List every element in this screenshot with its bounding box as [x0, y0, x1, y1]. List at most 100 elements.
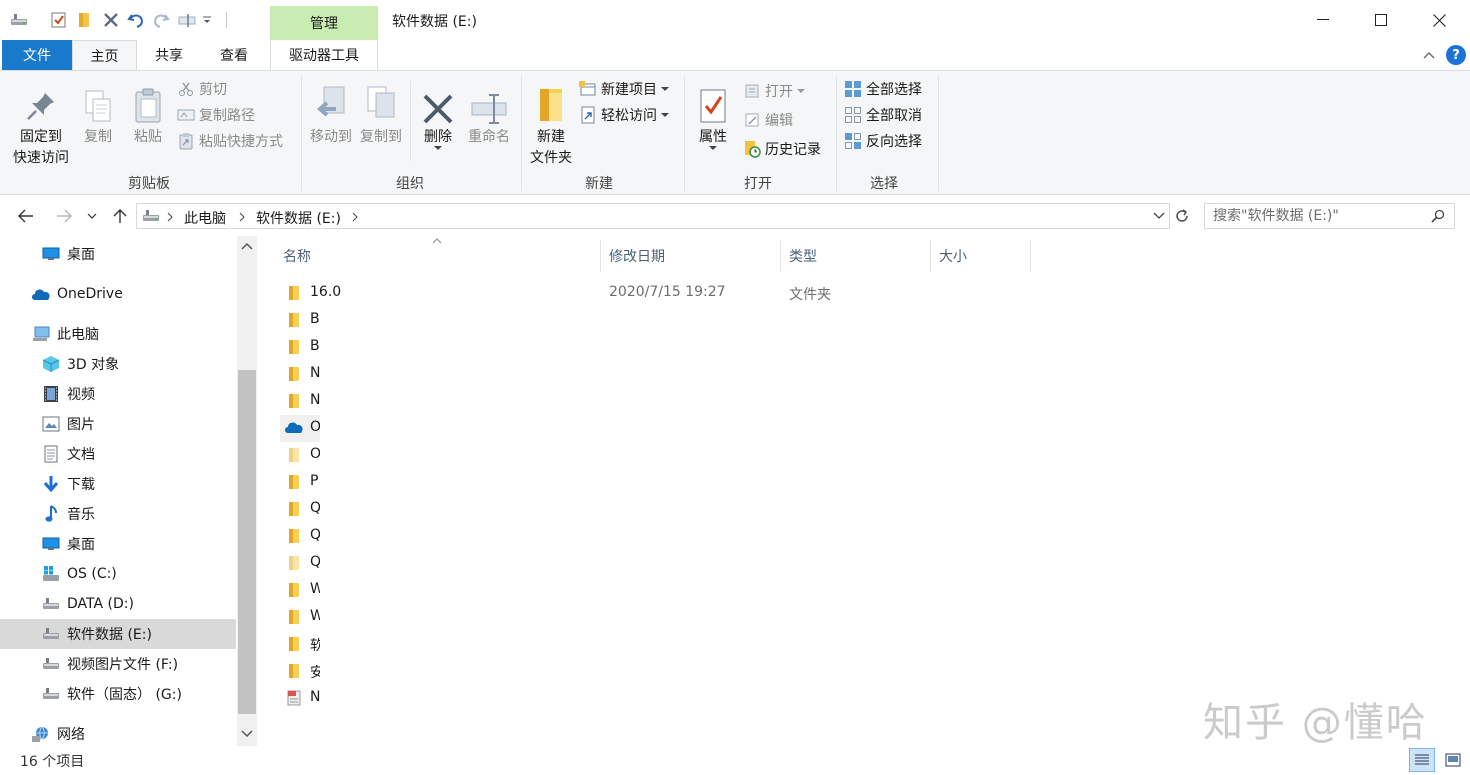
- file-row[interactable]: 安: [280, 658, 320, 685]
- open-button[interactable]: 打开: [742, 79, 805, 103]
- open-label: 打开: [765, 84, 793, 100]
- customize-qat-icon[interactable]: [200, 9, 214, 31]
- file-row[interactable]: Q: [280, 523, 320, 550]
- nav-item-drive-c[interactable]: OS (C:): [0, 559, 236, 589]
- history-button[interactable]: 历史记录: [742, 137, 821, 161]
- paste-button[interactable]: 粘贴: [126, 79, 170, 148]
- back-button[interactable]: [14, 204, 38, 228]
- breadcrumb-this-pc[interactable]: 此电脑: [184, 208, 226, 228]
- nav-item-network[interactable]: 网络: [0, 719, 236, 749]
- nav-item-3d-objects[interactable]: 3D 对象: [0, 349, 236, 379]
- folder-icon: [286, 339, 302, 355]
- file-row[interactable]: B: [280, 334, 320, 361]
- file-row[interactable]: B: [280, 307, 320, 334]
- select-none-button[interactable]: 全部取消: [843, 103, 922, 127]
- select-all-button[interactable]: 全部选择: [843, 77, 922, 101]
- address-bar[interactable]: 此电脑 软件数据 (E:): [136, 203, 1170, 229]
- chevron-down-icon[interactable]: [1153, 212, 1165, 220]
- up-button[interactable]: [108, 204, 132, 228]
- rename-qat-icon[interactable]: [176, 9, 198, 31]
- file-row[interactable]: O: [280, 415, 320, 442]
- file-row[interactable]: N: [280, 361, 320, 388]
- move-to-button[interactable]: 移动到: [306, 79, 356, 148]
- column-modified[interactable]: 修改日期: [601, 240, 781, 272]
- refresh-button[interactable]: [1172, 206, 1192, 226]
- nav-item-music[interactable]: 音乐: [0, 499, 236, 529]
- scroll-up-icon[interactable]: [241, 242, 253, 250]
- tab-share[interactable]: 共享: [140, 40, 198, 70]
- collapse-ribbon-icon[interactable]: [1421, 47, 1437, 63]
- tab-file[interactable]: 文件: [2, 40, 72, 70]
- chevron-right-icon[interactable]: [352, 212, 358, 222]
- edit-button[interactable]: 编辑: [742, 108, 793, 132]
- file-row[interactable]: N: [280, 388, 320, 415]
- delete-button[interactable]: 删除: [418, 79, 458, 151]
- paste-shortcut-button[interactable]: 粘贴快捷方式: [176, 129, 283, 153]
- nav-item-documents[interactable]: 文档: [0, 439, 236, 469]
- file-row[interactable]: Q: [280, 496, 320, 523]
- close-button[interactable]: [1410, 0, 1468, 40]
- minimize-button[interactable]: [1294, 0, 1352, 40]
- new-folder-qat-icon[interactable]: [73, 9, 95, 31]
- column-size[interactable]: 大小: [931, 240, 1031, 272]
- tab-drive-tools[interactable]: 驱动器工具: [270, 40, 378, 70]
- large-icons-view-button[interactable]: [1440, 748, 1466, 772]
- invert-selection-button[interactable]: 反向选择: [843, 129, 922, 153]
- nav-scrollbar[interactable]: [237, 236, 257, 746]
- rename-button[interactable]: 重命名: [464, 79, 514, 148]
- scroll-down-icon[interactable]: [241, 730, 253, 738]
- help-icon[interactable]: ?: [1446, 45, 1466, 65]
- maximize-button[interactable]: [1352, 0, 1410, 40]
- file-row[interactable]: P: [280, 469, 320, 496]
- nav-scroll-thumb[interactable]: [238, 370, 256, 714]
- forward-button[interactable]: [52, 204, 76, 228]
- properties-qat-icon[interactable]: [48, 9, 70, 31]
- file-row[interactable]: 16.0 2020/7/15 19:27 文件夹: [280, 280, 840, 307]
- nav-item-onedrive[interactable]: OneDrive: [0, 279, 236, 309]
- nav-item-drive-e[interactable]: 软件数据 (E:): [0, 619, 236, 649]
- search-box[interactable]: [1204, 203, 1455, 229]
- tab-view[interactable]: 查看: [205, 40, 263, 70]
- file-row[interactable]: W: [280, 577, 320, 604]
- file-row[interactable]: Q: [280, 550, 320, 577]
- nav-item-drive-g[interactable]: 软件（固态） (G:): [0, 679, 236, 709]
- column-type[interactable]: 类型: [781, 240, 931, 272]
- organize-group-label: 组织: [396, 176, 424, 192]
- nav-item-desktop[interactable]: 桌面: [0, 529, 236, 559]
- file-row[interactable]: N: [280, 685, 320, 712]
- nav-item-downloads[interactable]: 下载: [0, 469, 236, 499]
- breadcrumb-drive-e[interactable]: 软件数据 (E:): [256, 208, 341, 228]
- tab-home[interactable]: 主页: [72, 40, 137, 70]
- copy-path-button[interactable]: 复制路径: [176, 103, 255, 127]
- nav-item-drive-f[interactable]: 视频图片文件 (F:): [0, 649, 236, 679]
- large-icons-view-icon: [1445, 753, 1461, 767]
- file-row[interactable]: 软: [280, 631, 320, 658]
- chevron-right-icon[interactable]: [239, 212, 245, 222]
- redo-icon[interactable]: [150, 9, 172, 31]
- nav-item-desktop[interactable]: 桌面: [0, 239, 236, 269]
- delete-qat-icon[interactable]: [100, 9, 122, 31]
- new-folder-button[interactable]: 新建 文件夹: [526, 79, 576, 169]
- file-row[interactable]: O: [280, 442, 320, 469]
- cut-label: 剪切: [199, 82, 227, 98]
- copy-button[interactable]: 复制: [78, 79, 118, 148]
- drive-icon[interactable]: [8, 9, 30, 31]
- copy-to-button[interactable]: 复制到: [356, 79, 406, 148]
- chevron-right-icon[interactable]: [167, 212, 173, 222]
- new-item-button[interactable]: 新建项目: [578, 77, 669, 101]
- nav-item-this-pc[interactable]: 此电脑: [0, 319, 236, 349]
- easy-access-button[interactable]: 轻松访问: [578, 103, 669, 127]
- nav-item-videos[interactable]: 视频: [0, 379, 236, 409]
- nav-item-drive-d[interactable]: DATA (D:): [0, 589, 236, 619]
- search-icon[interactable]: [1431, 209, 1445, 223]
- recent-locations-button[interactable]: [84, 204, 100, 228]
- details-view-button[interactable]: [1409, 748, 1435, 772]
- pin-quick-access-button[interactable]: 固定到 快速访问: [8, 79, 74, 169]
- properties-button[interactable]: 属性: [692, 79, 734, 151]
- cut-button[interactable]: 剪切: [176, 77, 227, 101]
- undo-icon[interactable]: [125, 9, 147, 31]
- file-row[interactable]: W: [280, 604, 320, 631]
- nav-item-pictures[interactable]: 图片: [0, 409, 236, 439]
- column-name[interactable]: 名称: [275, 240, 601, 272]
- search-input[interactable]: [1213, 207, 1423, 225]
